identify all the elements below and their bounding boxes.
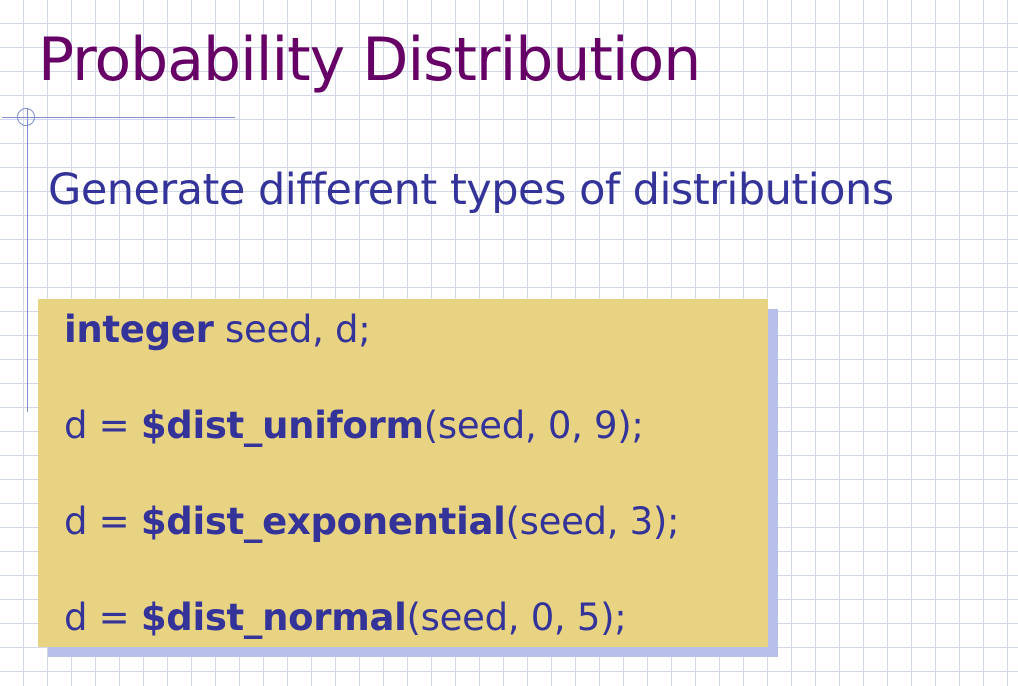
code-text: seed, d;: [213, 308, 371, 351]
code-arguments: (seed, 3);: [505, 500, 680, 543]
code-function-name: $dist_exponential: [140, 500, 506, 543]
decorative-horizontal-rule: [2, 117, 235, 118]
code-function-name: $dist_normal: [140, 596, 407, 639]
code-prefix: d =: [64, 596, 141, 639]
code-prefix: d =: [64, 404, 141, 447]
slide-title: Probability Distribution: [38, 25, 701, 95]
code-line-declaration: integer seed, d;: [64, 307, 371, 353]
code-line-uniform: d = $dist_uniform(seed, 0, 9);: [64, 403, 644, 449]
decorative-circle-marker: [17, 108, 35, 126]
code-arguments: (seed, 0, 5);: [406, 596, 627, 639]
code-line-normal: d = $dist_normal(seed, 0, 5);: [64, 595, 627, 641]
code-keyword: integer: [64, 308, 214, 351]
code-arguments: (seed, 0, 9);: [423, 404, 644, 447]
code-prefix: d =: [64, 500, 141, 543]
code-box: integer seed, d; d = $dist_uniform(seed,…: [38, 299, 768, 647]
code-function-name: $dist_uniform: [140, 404, 424, 447]
decorative-vertical-rule: [27, 108, 28, 412]
code-line-exponential: d = $dist_exponential(seed, 3);: [64, 499, 680, 545]
slide-subtitle: Generate different types of distribution…: [48, 165, 894, 215]
